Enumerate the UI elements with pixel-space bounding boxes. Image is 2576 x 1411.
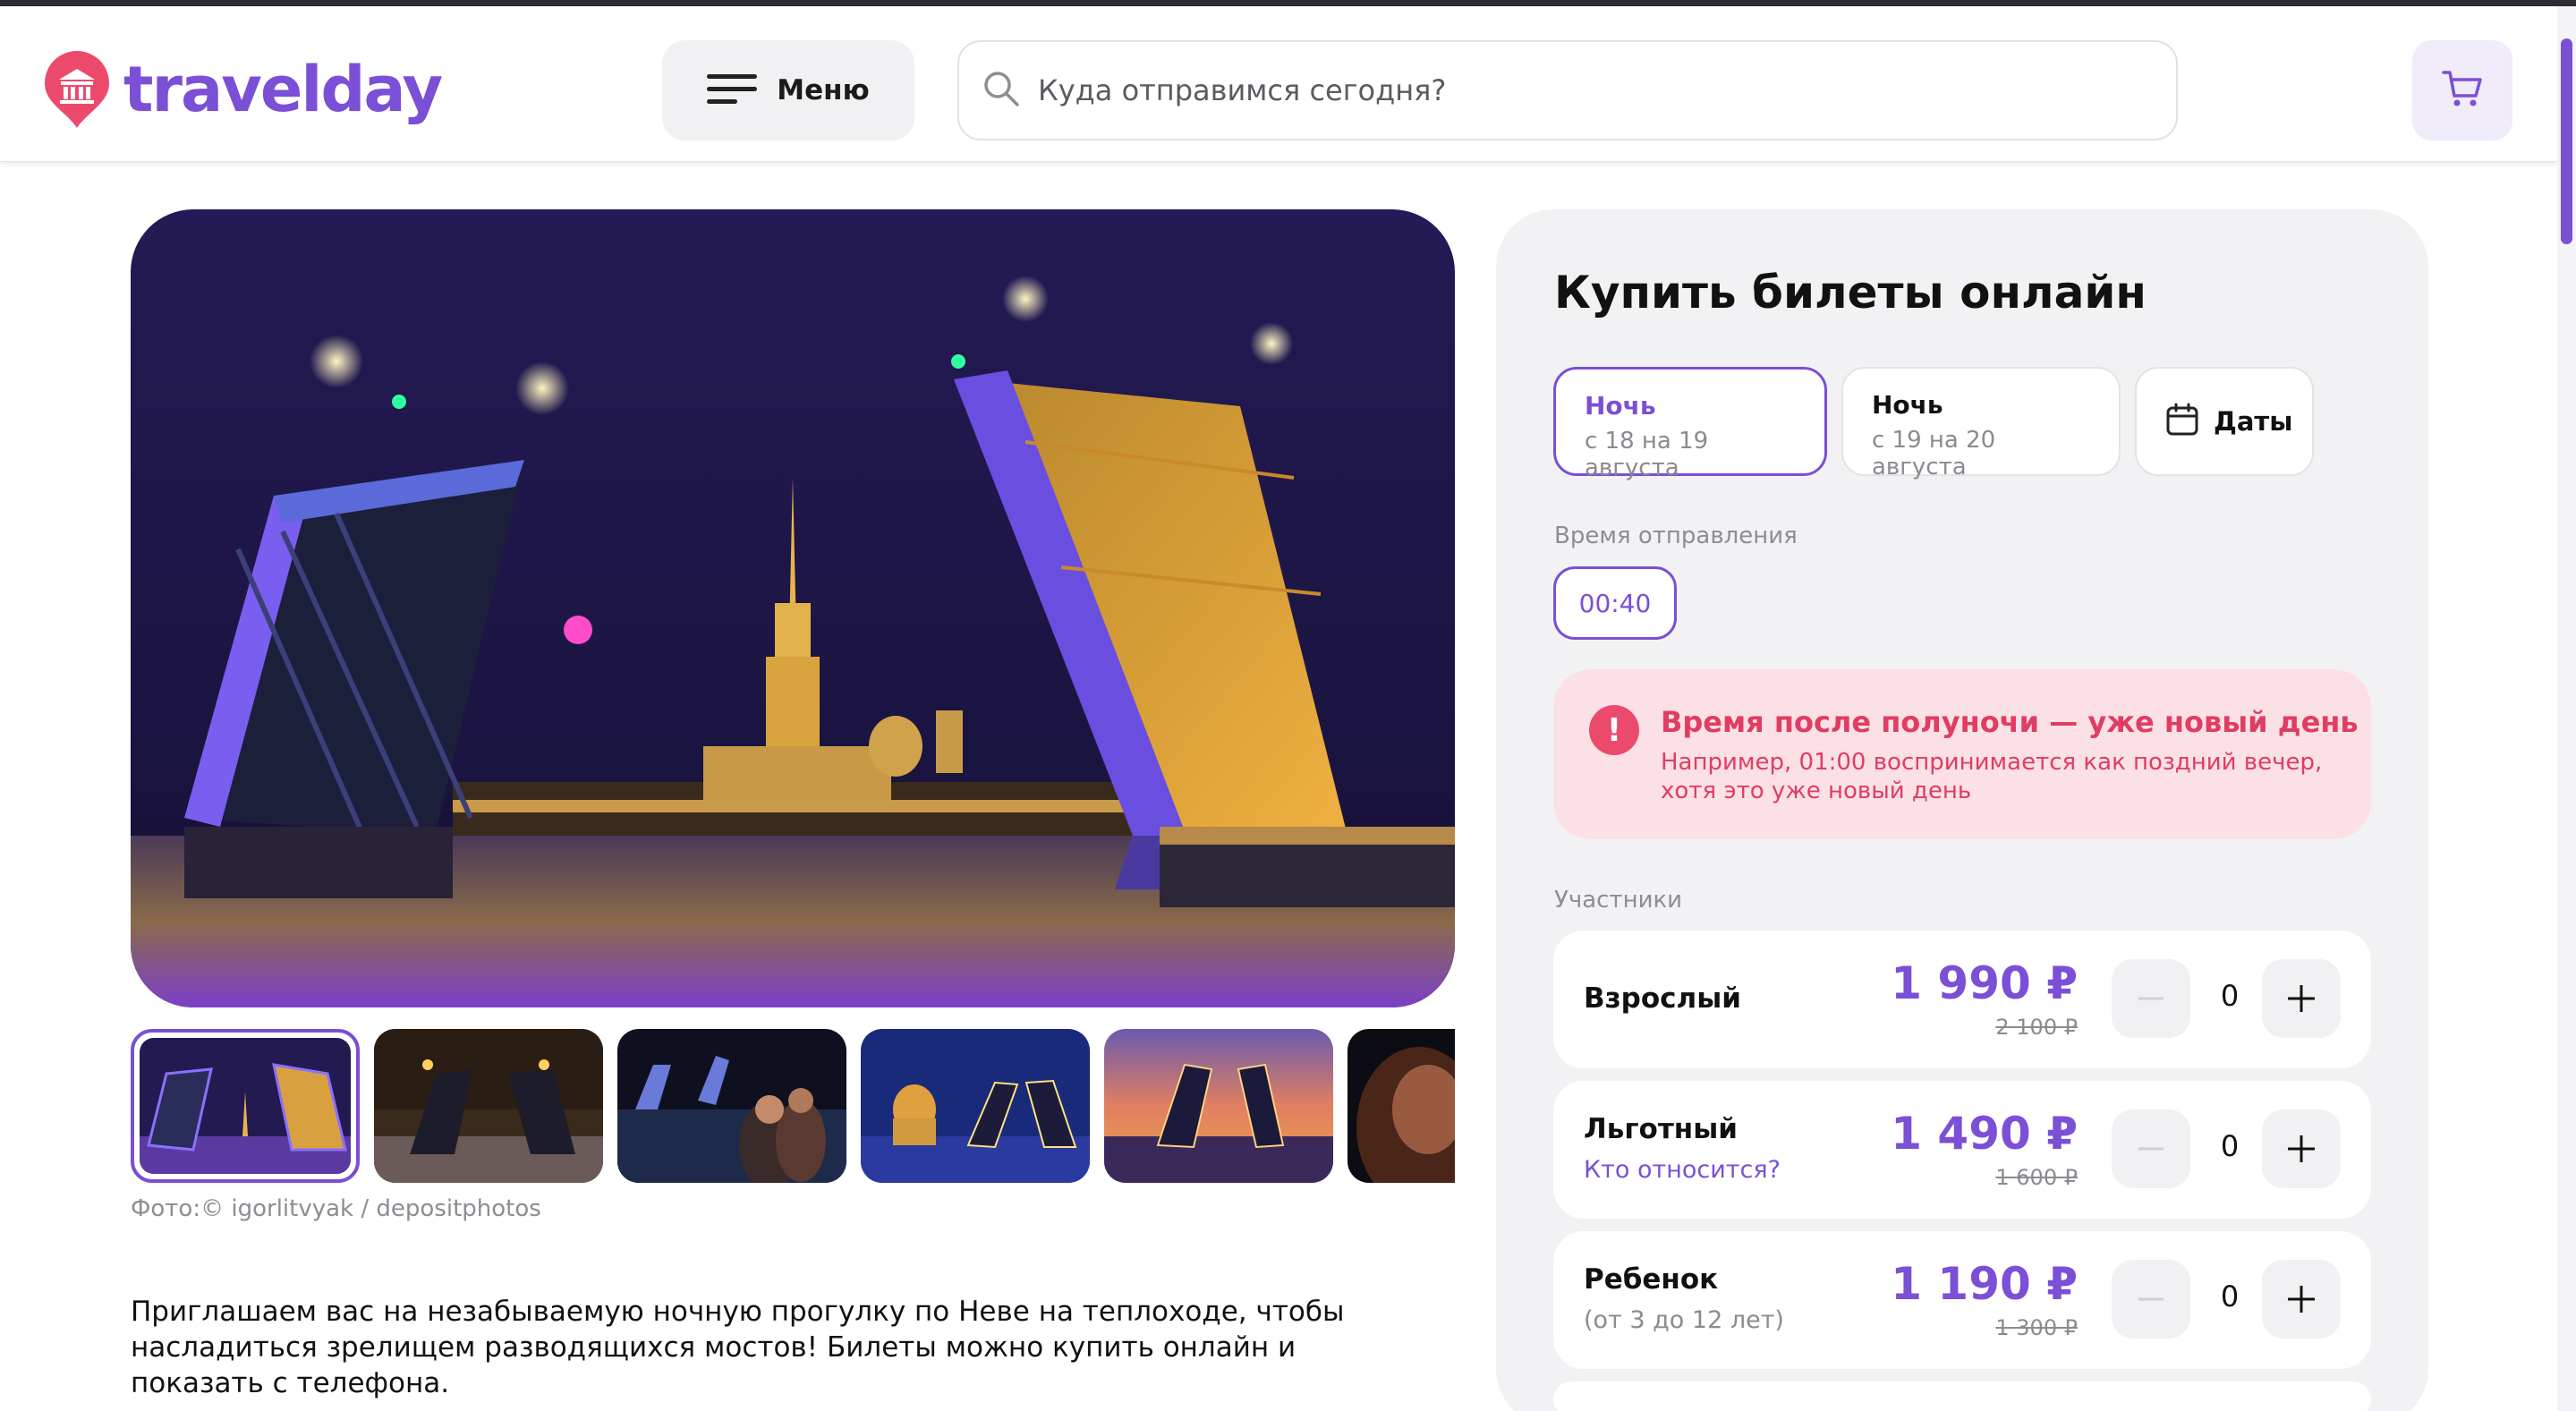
participant-age-note: (от 3 до 12 лет) [1584, 1306, 1784, 1334]
logo-text: travelday [123, 53, 443, 126]
plus-icon [2288, 985, 2315, 1012]
participant-row-partial [1553, 1381, 2371, 1411]
minus-icon [2138, 997, 2164, 1000]
midnight-notice: ! Время после полуночи — уже новый день … [1553, 669, 2371, 839]
participant-row-child: Ребенок (от 3 до 12 лет) 1 190 ₽ 1 300 ₽… [1553, 1231, 2371, 1369]
logo-pin-icon [43, 49, 111, 130]
plus-icon [2288, 1135, 2315, 1162]
plus-icon [2288, 1286, 2315, 1313]
thumbnail-1[interactable] [131, 1029, 360, 1183]
decrement-button[interactable] [2112, 1109, 2190, 1188]
dates-button[interactable]: Даты [2135, 367, 2314, 476]
calendar-icon [2165, 403, 2199, 440]
departure-label: Время отправления [1554, 523, 1798, 549]
departure-time-chip[interactable]: 00:40 [1553, 566, 1677, 640]
thumbnail-6[interactable] [1348, 1029, 1455, 1183]
participant-price: 1 490 ₽ [1891, 1108, 2078, 1160]
decrement-button[interactable] [2112, 1260, 2190, 1339]
date-option-subtitle: с 18 на 19 августа [1585, 428, 1709, 481]
exclamation-icon: ! [1589, 705, 1639, 755]
dates-label: Даты [2214, 406, 2293, 437]
thumbnail-2[interactable] [374, 1029, 603, 1183]
date-option-title: Ночь [1872, 390, 1943, 420]
participant-old-price: 1 600 ₽ [1995, 1165, 2078, 1190]
thumbnail-4[interactable] [861, 1029, 1090, 1183]
participant-price: 1 190 ₽ [1891, 1258, 2078, 1310]
page-scrollbar[interactable] [2557, 6, 2576, 1411]
logo[interactable]: travelday [43, 49, 443, 130]
search-bar[interactable] [957, 40, 2178, 140]
participant-count: 0 [2220, 1129, 2240, 1163]
participant-name: Взрослый [1584, 982, 1741, 1015]
participant-old-price: 2 100 ₽ [1995, 1015, 2078, 1040]
date-option-2[interactable]: Ночь с 19 на 20 августа [1841, 367, 2121, 480]
cart-icon [2442, 69, 2483, 112]
top-border [0, 0, 2576, 6]
decrement-button[interactable] [2112, 959, 2190, 1038]
hero-photo[interactable] [131, 209, 1455, 1007]
thumbnail-3[interactable] [617, 1029, 846, 1183]
search-icon [982, 70, 1020, 111]
search-input[interactable] [1038, 73, 2022, 107]
scrollbar-thumb[interactable] [2561, 38, 2572, 244]
participants-label: Участники [1554, 887, 1683, 914]
menu-button[interactable]: Меню [662, 40, 914, 140]
thumbnail-strip [131, 1029, 1455, 1185]
notice-title: Время после полуночи — уже новый день [1661, 705, 2359, 739]
hamburger-icon [707, 72, 758, 108]
minus-icon [2138, 1147, 2164, 1151]
photo-credit: Фото:© igorlitvyak / depositphotos [131, 1195, 541, 1222]
eligibility-link[interactable]: Кто относится? [1584, 1156, 1781, 1184]
participant-row-adult: Взрослый 1 990 ₽ 2 100 ₽ 0 [1553, 931, 2371, 1068]
booking-title: Купить билеты онлайн [1554, 267, 2147, 319]
date-option-1[interactable]: Ночь с 18 на 19 августа [1553, 367, 1827, 481]
participant-count: 0 [2220, 979, 2240, 1013]
menu-label: Меню [777, 74, 870, 106]
tour-description: Приглашаем вас на незабываемую ночную пр… [131, 1296, 1345, 1399]
increment-button[interactable] [2262, 959, 2341, 1038]
cart-button[interactable] [2412, 40, 2512, 140]
notice-text: Например, 01:00 воспринимается как поздн… [1661, 749, 2323, 804]
participant-row-discount: Льготный Кто относится? 1 490 ₽ 1 600 ₽ … [1553, 1081, 2371, 1219]
increment-button[interactable] [2262, 1260, 2341, 1339]
participant-price: 1 990 ₽ [1891, 957, 2078, 1009]
participant-name: Льготный [1584, 1113, 1738, 1145]
thumbnail-5[interactable] [1104, 1029, 1333, 1183]
minus-icon [2138, 1297, 2164, 1301]
increment-button[interactable] [2262, 1109, 2341, 1188]
participant-count: 0 [2220, 1279, 2240, 1313]
date-option-subtitle: с 19 на 20 августа [1872, 427, 1996, 480]
participant-old-price: 1 300 ₽ [1995, 1315, 2078, 1340]
site-header: travelday Меню [0, 6, 2557, 162]
participant-name: Ребенок [1584, 1263, 1719, 1296]
date-option-title: Ночь [1585, 391, 1656, 421]
